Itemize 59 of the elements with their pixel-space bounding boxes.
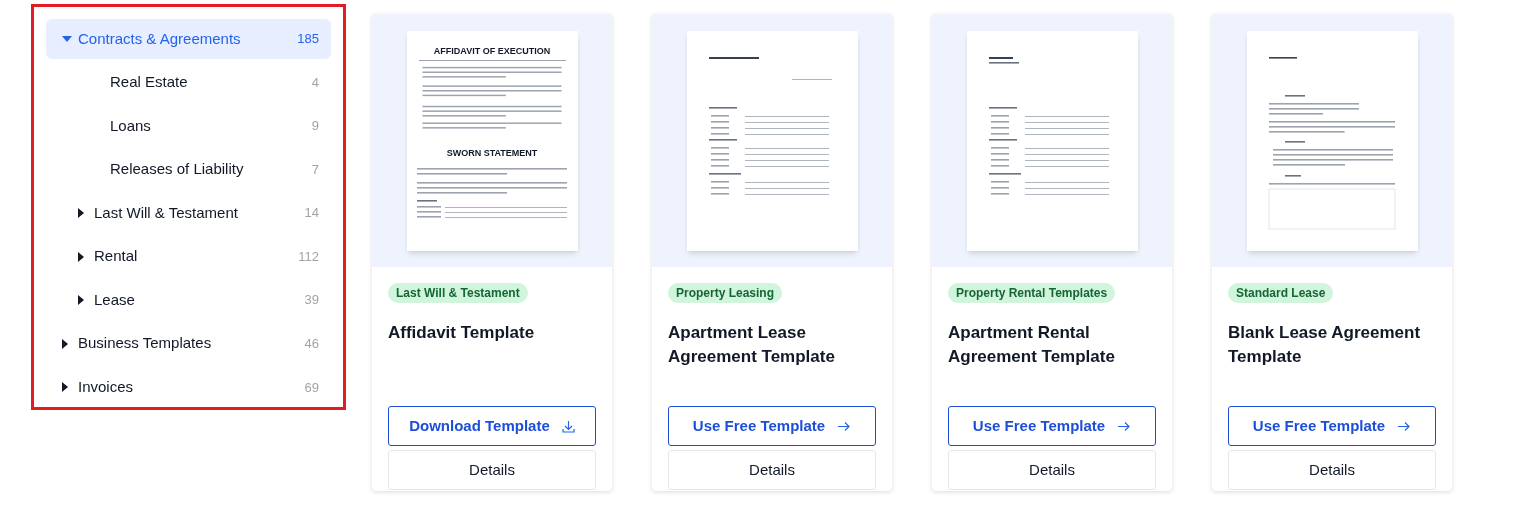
caret-right-icon xyxy=(78,295,84,306)
arrow-right-icon xyxy=(837,420,852,432)
item-label: Real Estate xyxy=(110,72,189,93)
category-badge: Property Leasing xyxy=(668,283,783,303)
sidebar-item[interactable]: Contracts & Agreements 185 xyxy=(46,19,331,59)
item-label: Contracts & Agreements xyxy=(78,28,242,49)
item-label: Last Will & Testament xyxy=(94,202,239,223)
item-label: Invoices xyxy=(78,377,135,398)
item-count: 4 xyxy=(311,73,319,92)
item-label: Releases of Liability xyxy=(110,159,245,180)
sidebar-item[interactable]: Loans 9 xyxy=(46,106,331,146)
document-heading: SWORN STATEMENT xyxy=(446,149,538,158)
sidebar-item[interactable]: Real Estate 4 xyxy=(46,62,331,103)
document-preview[interactable] xyxy=(1246,31,1418,251)
category-badge: Property Rental Templates xyxy=(948,283,1116,303)
item-label: Loans xyxy=(110,115,152,136)
item-count: 185 xyxy=(297,30,319,49)
sidebar-item[interactable]: Releases of Liability 7 xyxy=(46,149,331,190)
primary-button[interactable]: Use Free Template xyxy=(948,406,1156,446)
primary-button[interactable]: Use Free Template xyxy=(668,406,876,446)
item-count: 9 xyxy=(311,117,319,136)
caret-right-icon xyxy=(78,251,84,262)
sidebar-item[interactable]: Invoices 69 xyxy=(46,367,331,408)
item-count: 14 xyxy=(304,204,319,223)
sidebar-item[interactable]: Business Templates 46 xyxy=(46,323,331,364)
details-button[interactable]: Details xyxy=(1228,450,1436,490)
arrow-right-icon xyxy=(1397,420,1412,432)
caret-right-icon xyxy=(62,382,68,393)
item-count: 69 xyxy=(304,378,319,397)
download-icon xyxy=(561,419,575,433)
item-count: 46 xyxy=(304,334,319,353)
arrow-right-icon xyxy=(1117,420,1132,432)
category-badge: Standard Lease xyxy=(1228,283,1334,303)
details-button[interactable]: Details xyxy=(948,450,1156,490)
sidebar-item[interactable]: Rental 112 xyxy=(46,236,331,277)
details-button[interactable]: Details xyxy=(668,450,876,490)
document-heading: AFFIDAVIT OF EXECUTION xyxy=(433,47,551,56)
caret-down-icon xyxy=(62,35,72,42)
document-preview[interactable] xyxy=(966,31,1138,251)
document-preview[interactable]: AFFIDAVIT OF EXECUTION SWORN STATEMENT xyxy=(406,31,578,251)
details-button[interactable]: Details xyxy=(388,450,596,490)
sidebar-item[interactable]: Last Will & Testament 14 xyxy=(46,193,331,233)
item-label: Lease xyxy=(94,289,136,310)
item-label: Rental xyxy=(94,246,139,267)
template-title: Affidavit Template xyxy=(388,322,536,344)
primary-button[interactable]: Download Template xyxy=(388,406,596,446)
primary-button[interactable]: Use Free Template xyxy=(1228,406,1436,446)
template-title: Apartment Lease Agreement Template xyxy=(668,322,836,368)
template-title: Apartment Rental Agreement Template xyxy=(948,322,1116,368)
caret-right-icon xyxy=(78,208,84,219)
item-count: 39 xyxy=(304,291,319,310)
item-count: 112 xyxy=(298,247,319,266)
template-title: Blank Lease Agreement Template xyxy=(1228,322,1422,368)
document-preview[interactable] xyxy=(686,31,858,251)
category-badge: Last Will & Testament xyxy=(388,283,528,303)
sidebar-item[interactable]: Lease 39 xyxy=(46,280,331,320)
item-label: Business Templates xyxy=(78,333,213,354)
item-count: 7 xyxy=(311,160,319,179)
caret-right-icon xyxy=(62,338,68,349)
